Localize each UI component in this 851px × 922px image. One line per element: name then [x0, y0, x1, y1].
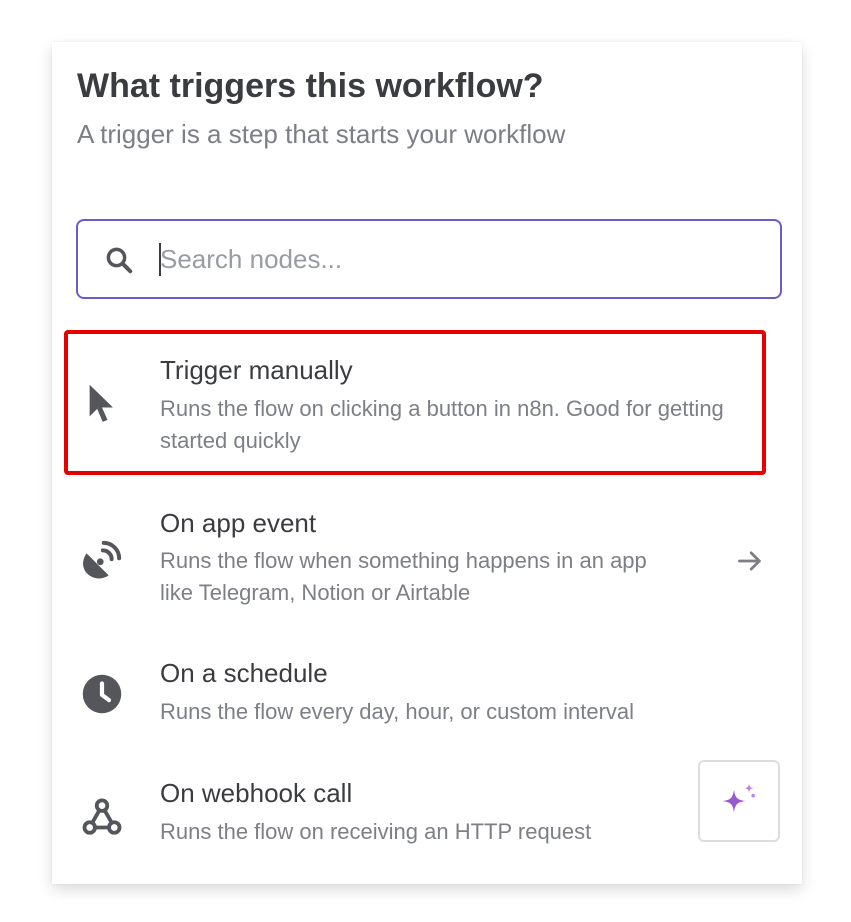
trigger-item-name: On webhook call: [160, 778, 353, 808]
trigger-item-name: On a schedule: [160, 658, 328, 688]
arrow-right-icon[interactable]: [736, 547, 764, 575]
trigger-item-app-event[interactable]: On app event Runs the flow when somethin…: [66, 482, 768, 622]
trigger-item-schedule[interactable]: On a schedule Runs the flow every day, h…: [66, 642, 768, 747]
trigger-item-description: Runs the flow when something happens in …: [160, 548, 647, 605]
trigger-panel: What triggers this workflow? A trigger i…: [52, 42, 802, 884]
search-icon: [106, 247, 133, 274]
sparkles-icon: [722, 783, 755, 813]
panel-title: What triggers this workflow?: [77, 67, 544, 105]
trigger-item-description: Runs the flow on receiving an HTTP reque…: [160, 819, 592, 844]
panel-subtitle: A trigger is a step that starts your wor…: [77, 119, 566, 149]
satellite-dish-icon: [78, 536, 126, 584]
search-input[interactable]: [160, 235, 750, 283]
clock-icon: [78, 670, 126, 718]
webhook-icon: [78, 793, 126, 841]
trigger-item-webhook[interactable]: On webhook call Runs the flow on receivi…: [66, 762, 768, 867]
trigger-item-name: On app event: [160, 508, 317, 538]
highlight-box: [64, 330, 766, 475]
trigger-item-description: Runs the flow every day, hour, or custom…: [160, 699, 635, 724]
search-box[interactable]: [76, 219, 782, 299]
ai-assistant-button[interactable]: [698, 760, 780, 842]
